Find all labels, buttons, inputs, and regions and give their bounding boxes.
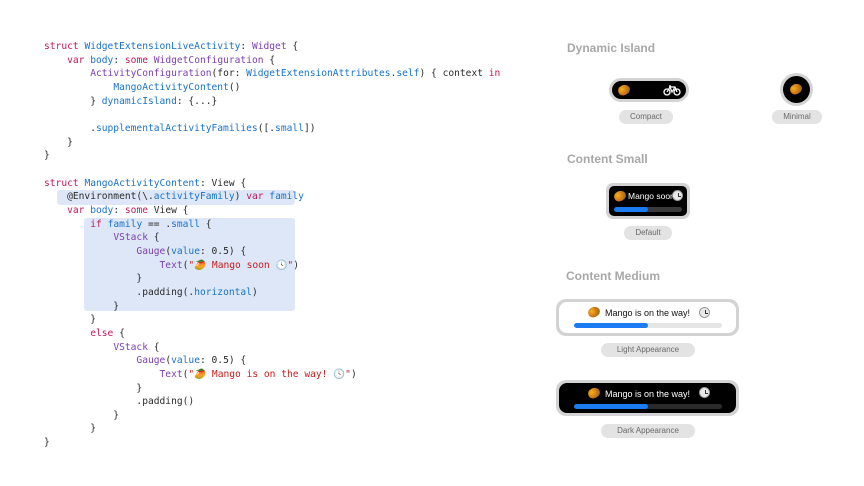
code-line: Text("🥭 Mango is on the way! 🕓") [159,368,357,380]
section-title-content-small: Content Small [567,152,648,166]
code-line: } [44,150,50,162]
medium-widget-light-text: Mango is on the way! [605,308,691,318]
code-line: } [44,136,73,148]
default-label: Default [624,226,672,240]
minimal-island [780,73,813,106]
section-title-dynamic-island: Dynamic Island [567,41,656,55]
code-line: } [44,409,120,421]
code-line: } dynamicIsland: {...} [44,95,218,107]
mango-icon [612,188,628,204]
code-line: VStack { [113,232,160,244]
clock-icon [699,307,710,318]
code-line: if family == .small { [90,218,212,230]
small-widget-text: Mango soon [628,191,675,201]
code-line: else { [90,327,125,339]
code-line: Gauge(value: 0.5) { [136,245,247,257]
code-line: } [44,273,143,285]
mango-icon [616,82,632,98]
compact-island [609,78,689,102]
medium-light-progress-fill [574,323,648,328]
small-widget: Mango soon [606,183,690,219]
dark-appearance-label: Dark Appearance [601,424,695,438]
code-line: ActivityConfiguration(for: WidgetExtensi… [90,68,501,80]
medium-widget-dark-text: Mango is on the way! [605,389,691,399]
code-line: struct WidgetExtensionLiveActivity: Widg… [44,41,299,52]
clock-icon [672,190,683,201]
mango-icon [586,304,602,320]
compact-label: Compact [619,110,673,124]
medium-widget-light: Mango is on the way! [556,299,739,336]
bicycle-icon [663,85,681,96]
code-line: } [44,423,96,435]
code-line: @Environment(\.activityFamily) var famil… [44,191,304,203]
code-line: VStack { [113,341,160,353]
light-appearance-label: Light Appearance [601,343,695,357]
code-line: .padding(.horizontal) [44,286,258,298]
code-line: Gauge(value: 0.5) { [136,355,247,367]
code-line: } [44,437,50,449]
code-line: Text("🥭 Mango soon 🕓") [159,259,299,271]
code-line: .supplementalActivityFamilies([.small]) [44,122,316,134]
small-progress-bar [614,207,682,212]
code-line: var body: some View { [67,204,189,216]
code-line: struct MangoActivityContent: View { [44,177,247,189]
mango-icon [586,385,602,401]
code-line: } [44,300,120,312]
small-progress-fill [614,207,648,212]
code-line: var body: some WidgetConfiguration { [67,54,276,66]
code-line: MangoActivityContent() [113,81,241,93]
medium-dark-progress-bar [574,404,722,409]
medium-dark-progress-fill [574,404,648,409]
code-line: } [44,382,143,394]
clock-icon [699,387,710,398]
mango-icon [788,81,804,97]
section-title-content-medium: Content Medium [566,269,660,283]
medium-widget-dark: Mango is on the way! [556,380,739,416]
code-line: .padding() [44,396,195,408]
medium-light-progress-bar [574,323,722,328]
code-line: } [44,314,96,326]
minimal-label: Minimal [772,110,822,124]
